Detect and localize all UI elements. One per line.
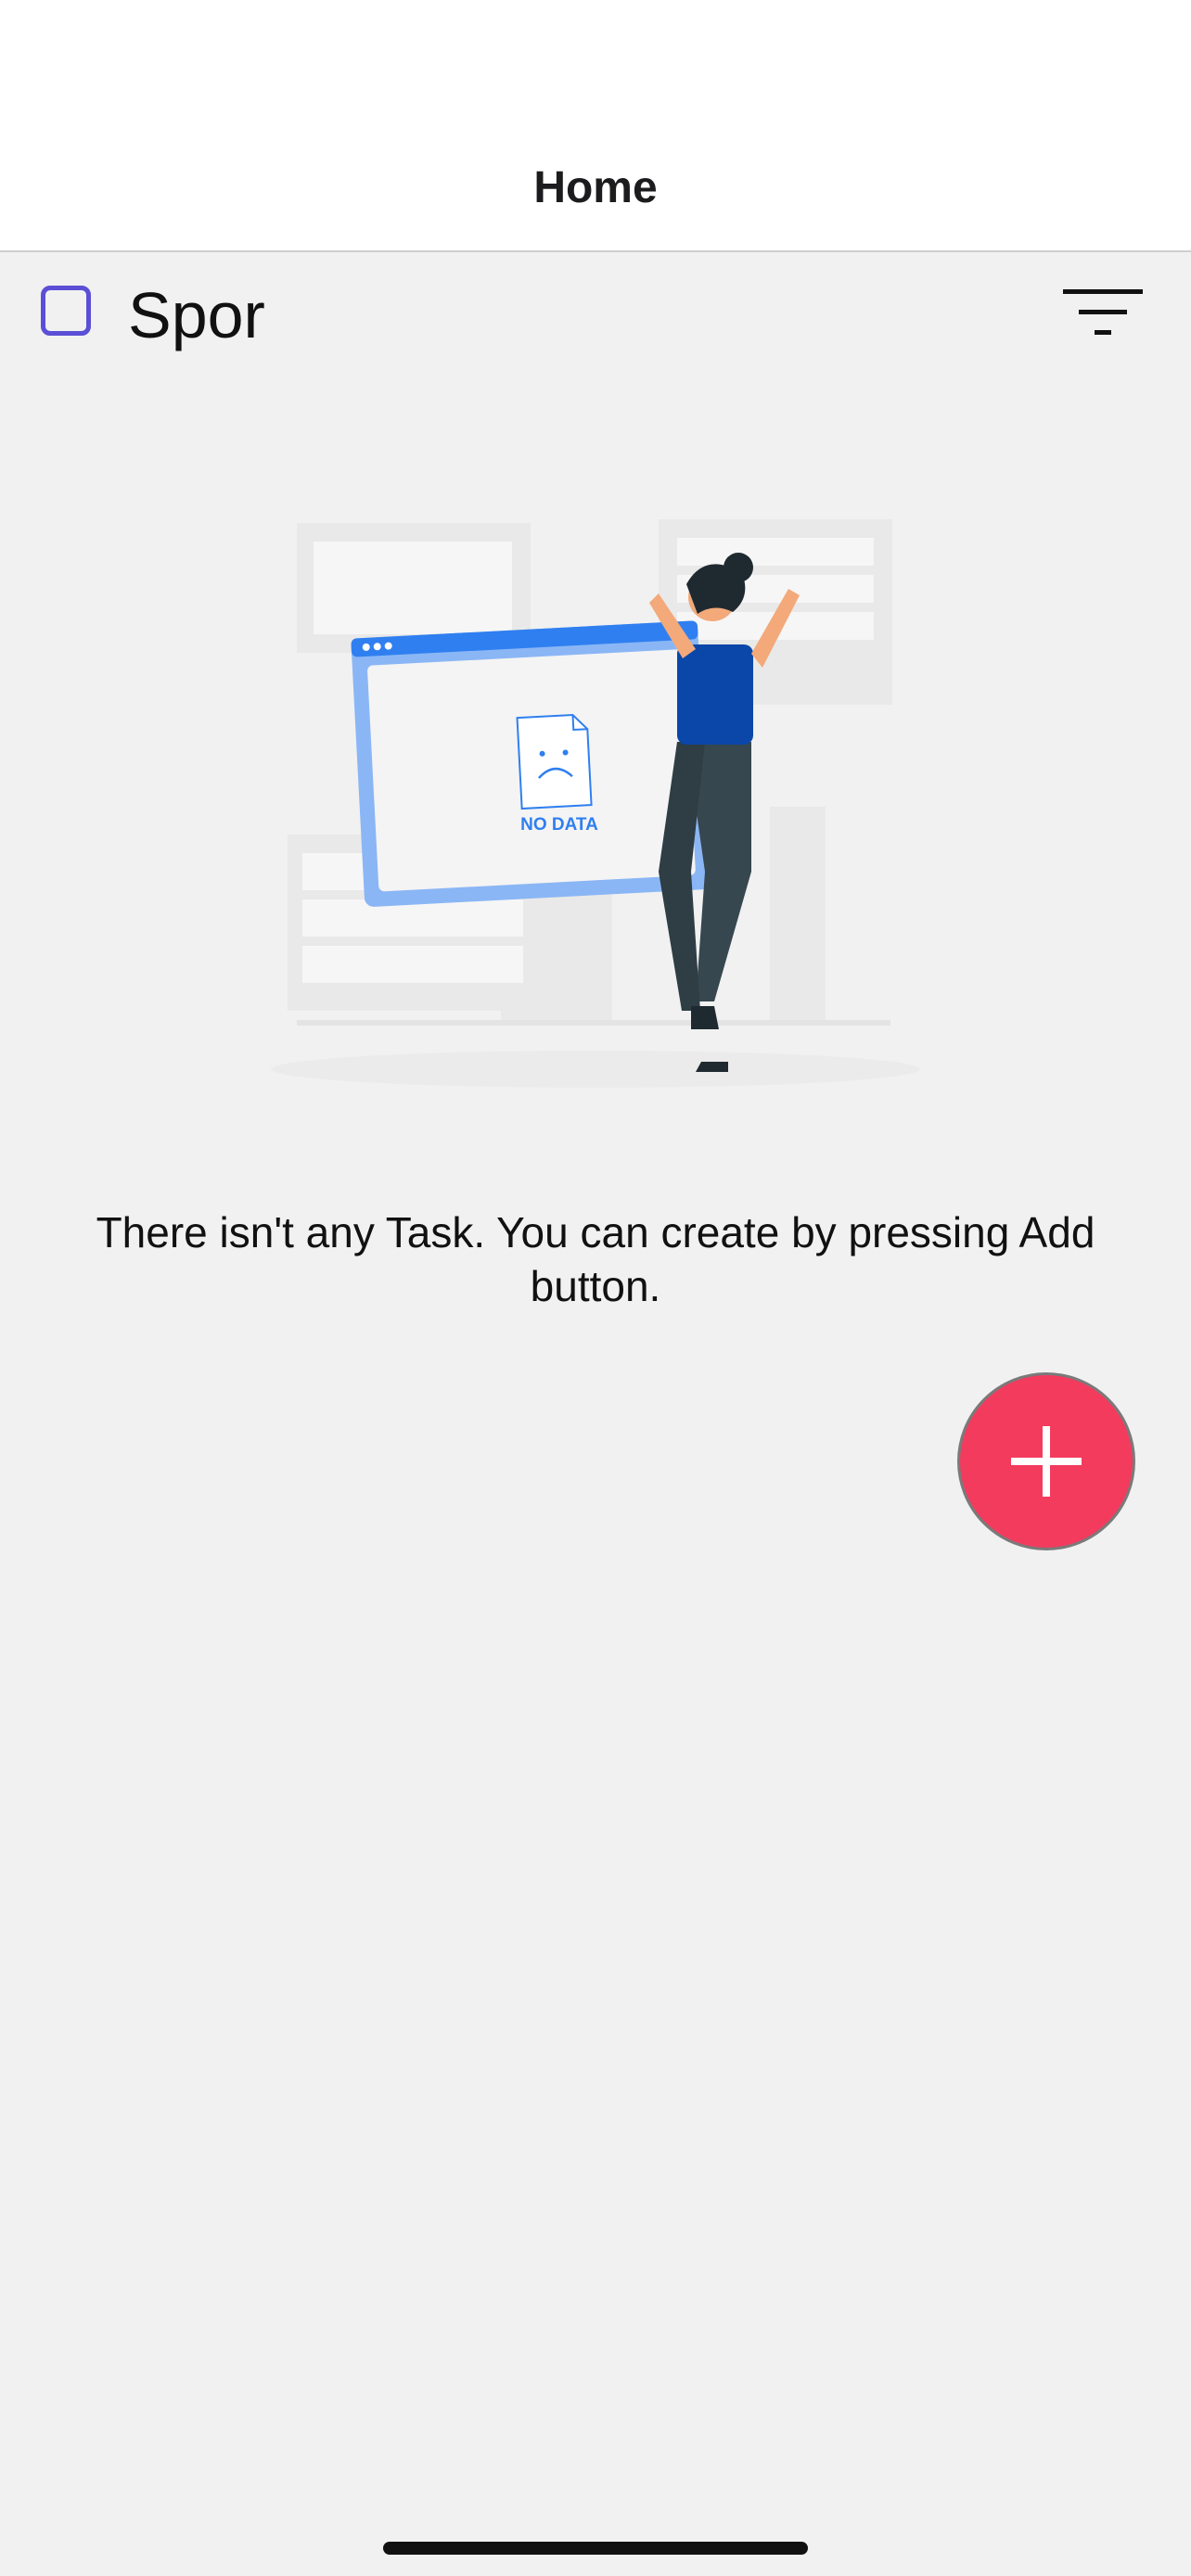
navigation-bar: Home <box>0 0 1191 252</box>
illustration-caption: NO DATA <box>520 815 598 835</box>
category-checkbox[interactable] <box>41 286 91 336</box>
category-label: Spor <box>128 279 265 351</box>
empty-state-message: There isn't any Task. You can create by … <box>96 1208 1095 1310</box>
category-row: Spor <box>0 252 1191 382</box>
add-task-button[interactable] <box>957 1372 1135 1550</box>
filter-icon[interactable] <box>1063 289 1143 338</box>
home-indicator[interactable] <box>383 2542 808 2555</box>
empty-state-illustration: NO DATA <box>271 519 920 1088</box>
plus-icon <box>1011 1426 1082 1497</box>
page-title: Home <box>533 163 658 212</box>
